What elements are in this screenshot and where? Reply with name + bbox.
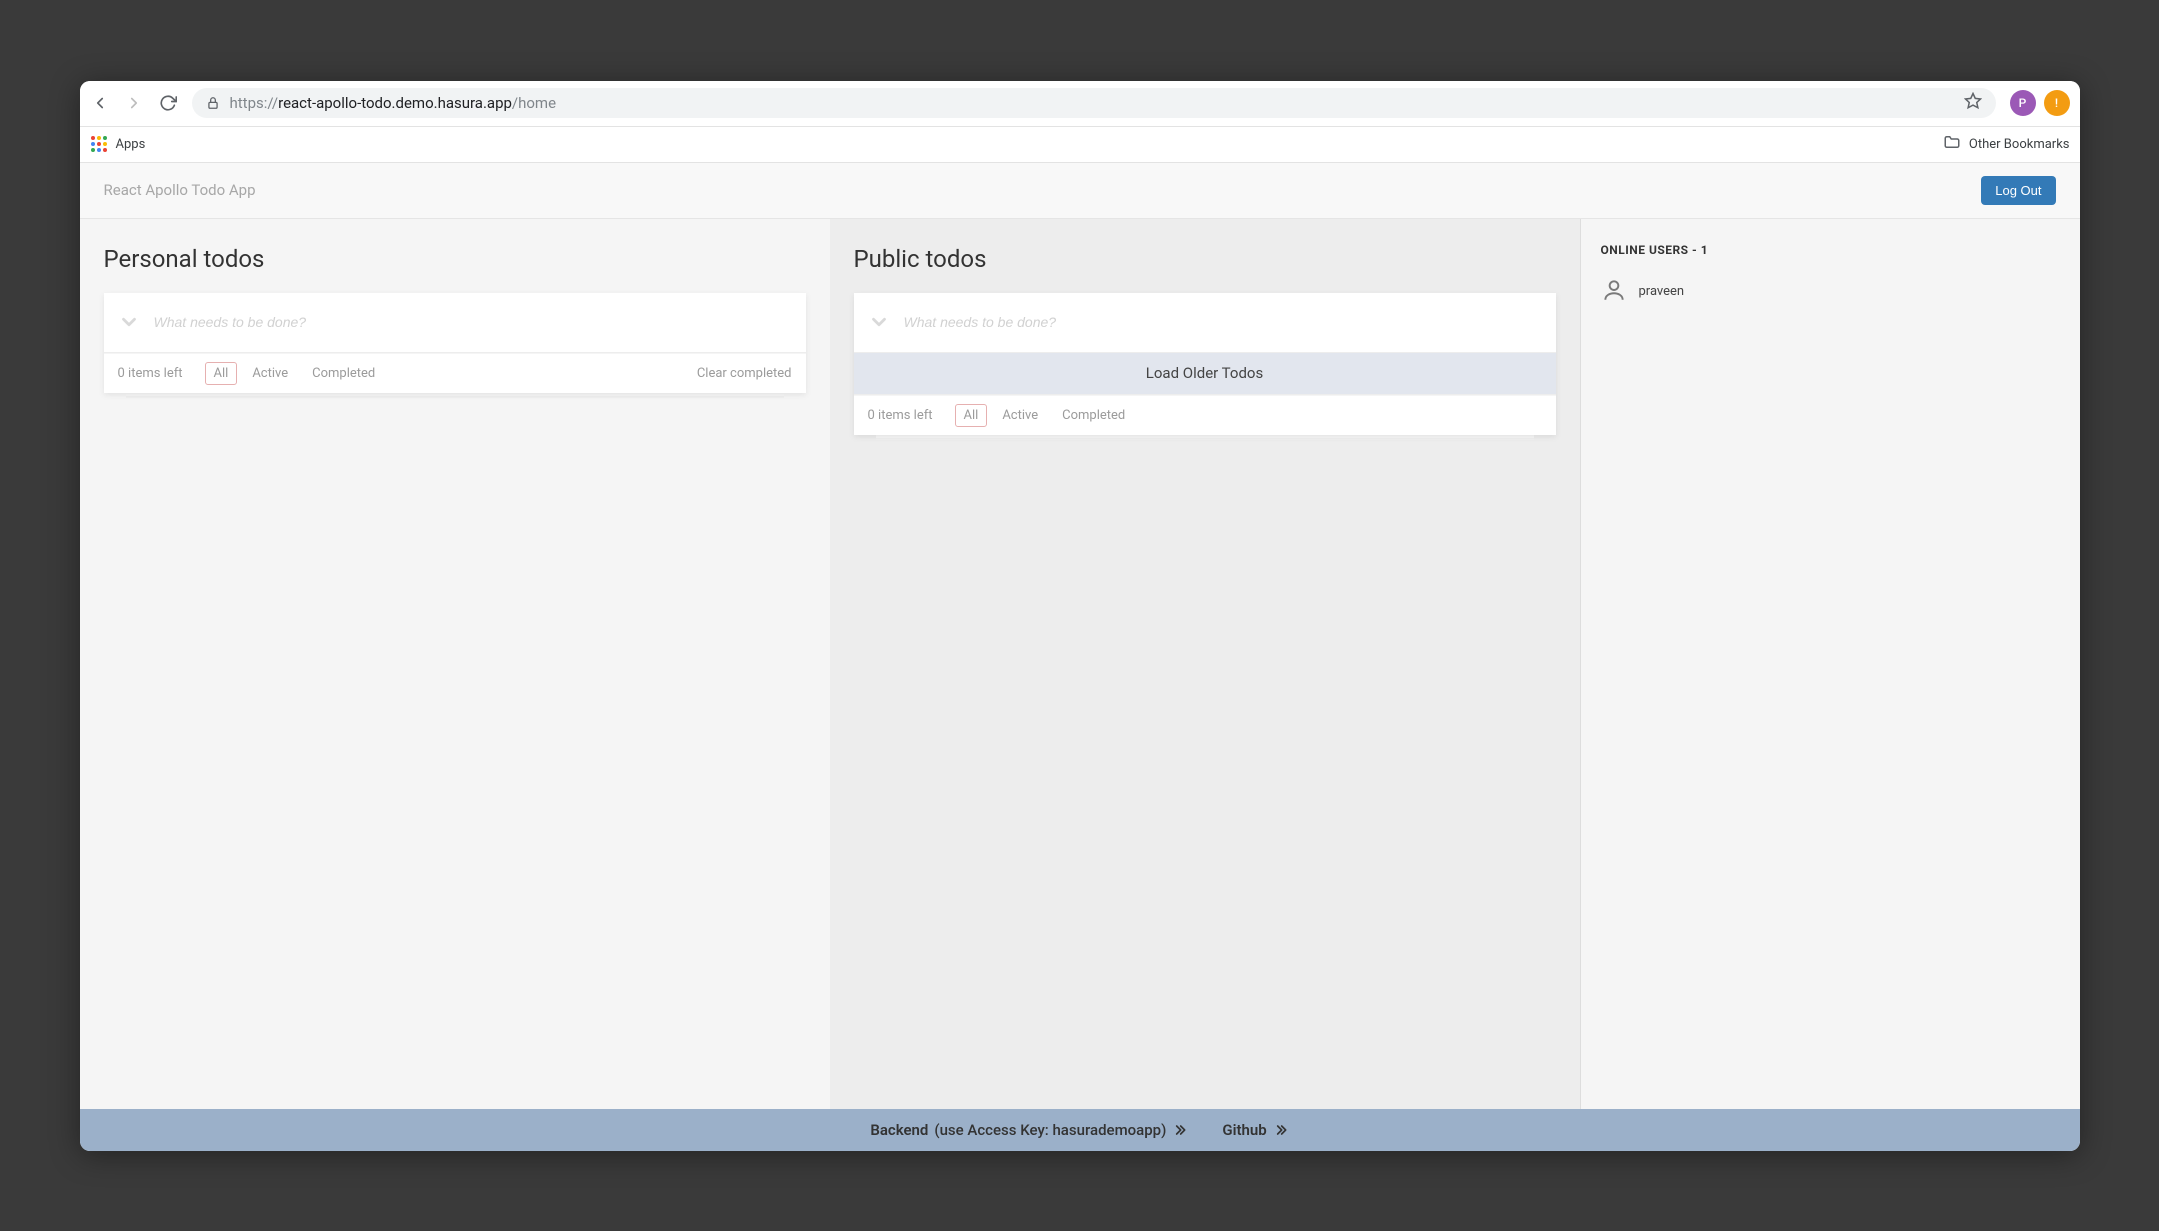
chevron-right-icon bbox=[1273, 1122, 1289, 1138]
reload-icon[interactable] bbox=[158, 93, 178, 113]
apps-label: Apps bbox=[116, 137, 146, 152]
filter-active[interactable]: Active bbox=[243, 362, 297, 385]
chevron-down-icon[interactable] bbox=[854, 311, 904, 333]
public-items-left: 0 items left bbox=[868, 408, 933, 423]
chevron-down-icon[interactable] bbox=[104, 311, 154, 333]
apps-button[interactable]: Apps bbox=[90, 135, 146, 153]
public-todo-card: Load Older Todos 0 items left All Active… bbox=[854, 293, 1556, 435]
address-bar[interactable]: https://react-apollo-todo.demo.hasura.ap… bbox=[192, 88, 1996, 118]
filter-completed[interactable]: Completed bbox=[303, 362, 384, 385]
logout-button[interactable]: Log Out bbox=[1981, 176, 2055, 205]
online-user-item: praveen bbox=[1601, 277, 2060, 307]
browser-window: https://react-apollo-todo.demo.hasura.ap… bbox=[80, 81, 2080, 1151]
avatar-group: P ! bbox=[2010, 90, 2070, 116]
public-column: Public todos Load Older Todos 0 items le… bbox=[830, 219, 1580, 1109]
personal-input-row bbox=[104, 293, 806, 353]
lock-icon bbox=[206, 96, 220, 110]
personal-todo-input[interactable] bbox=[154, 314, 806, 330]
app-title: React Apollo Todo App bbox=[104, 181, 256, 199]
filter-all[interactable]: All bbox=[205, 362, 238, 385]
online-users-title: ONLINE USERS - 1 bbox=[1601, 243, 2060, 257]
personal-filters: All Active Completed bbox=[205, 362, 385, 385]
filter-all[interactable]: All bbox=[955, 404, 988, 427]
public-filters: All Active Completed bbox=[955, 404, 1135, 427]
backend-sub: (use Access Key: hasurademoapp) bbox=[934, 1121, 1166, 1139]
apps-grid-icon bbox=[90, 135, 108, 153]
chevron-right-icon bbox=[1172, 1122, 1188, 1138]
other-bookmarks-label: Other Bookmarks bbox=[1969, 137, 2070, 152]
user-icon bbox=[1601, 277, 1627, 307]
url-path: /home bbox=[512, 94, 556, 112]
public-title: Public todos bbox=[830, 219, 1580, 293]
personal-todo-card: 0 items left All Active Completed Clear … bbox=[104, 293, 806, 393]
github-link[interactable]: Github bbox=[1222, 1121, 1288, 1139]
backend-link[interactable]: Backend (use Access Key: hasurademoapp) bbox=[870, 1121, 1188, 1139]
public-input-row bbox=[854, 293, 1556, 353]
online-users-column: ONLINE USERS - 1 praveen bbox=[1580, 219, 2080, 1109]
personal-footer: 0 items left All Active Completed Clear … bbox=[104, 353, 806, 393]
public-todo-input[interactable] bbox=[904, 314, 1556, 330]
load-older-button[interactable]: Load Older Todos bbox=[854, 353, 1556, 395]
filter-completed[interactable]: Completed bbox=[1053, 404, 1134, 427]
back-icon[interactable] bbox=[90, 93, 110, 113]
github-label: Github bbox=[1222, 1121, 1266, 1139]
url-scheme: https:// bbox=[230, 94, 279, 112]
nav-icons bbox=[90, 93, 178, 113]
online-user-name: praveen bbox=[1639, 284, 1685, 299]
other-bookmarks-button[interactable]: Other Bookmarks bbox=[1943, 133, 2070, 155]
profile-avatar[interactable]: P bbox=[2010, 90, 2036, 116]
bookmarks-bar: Apps Other Bookmarks bbox=[80, 127, 2080, 163]
extension-badge[interactable]: ! bbox=[2044, 90, 2070, 116]
url-text: https://react-apollo-todo.demo.hasura.ap… bbox=[230, 94, 557, 112]
url-host: react-apollo-todo.demo.hasura.app bbox=[278, 94, 512, 112]
backend-label: Backend bbox=[870, 1121, 928, 1139]
folder-icon bbox=[1943, 133, 1961, 155]
star-icon[interactable] bbox=[1964, 92, 1982, 114]
app-footer: Backend (use Access Key: hasurademoapp) … bbox=[80, 1109, 2080, 1151]
personal-items-left: 0 items left bbox=[118, 366, 183, 381]
app-topbar: React Apollo Todo App Log Out bbox=[80, 163, 2080, 219]
personal-column: Personal todos 0 items left All Active C… bbox=[80, 219, 830, 1109]
public-footer: 0 items left All Active Completed bbox=[854, 395, 1556, 435]
forward-icon bbox=[124, 93, 144, 113]
clear-completed[interactable]: Clear completed bbox=[697, 366, 792, 381]
personal-title: Personal todos bbox=[80, 219, 830, 293]
content-area: Personal todos 0 items left All Active C… bbox=[80, 219, 2080, 1109]
filter-active[interactable]: Active bbox=[993, 404, 1047, 427]
browser-toolbar: https://react-apollo-todo.demo.hasura.ap… bbox=[80, 81, 2080, 127]
